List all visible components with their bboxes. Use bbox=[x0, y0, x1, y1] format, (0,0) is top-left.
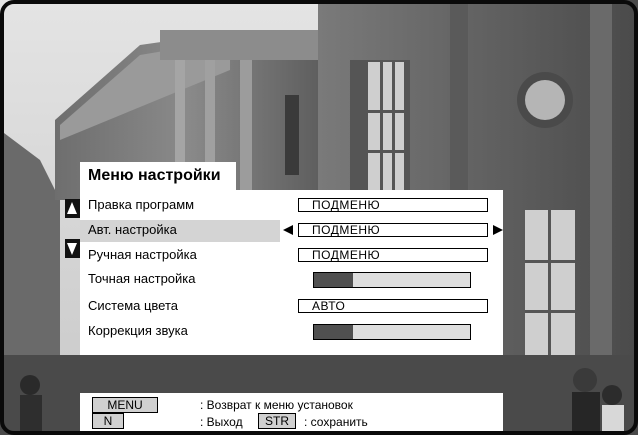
slider-fill bbox=[314, 273, 353, 287]
menu-row-label: Система цвета bbox=[88, 298, 179, 313]
settings-menu-panel: Правка программ ПОДМЕНЮ Авт. настройка П… bbox=[80, 190, 503, 355]
menu-key-button[interactable]: MENU bbox=[92, 397, 158, 413]
slider-fill bbox=[314, 325, 353, 339]
menu-title: Меню настройки bbox=[80, 162, 236, 190]
submenu-value[interactable]: ПОДМЕНЮ bbox=[298, 198, 488, 212]
right-triangle-icon[interactable] bbox=[493, 225, 503, 235]
help-footer: MENU : Возврат к меню установок N : Выхо… bbox=[80, 393, 503, 435]
submenu-value[interactable]: ПОДМЕНЮ bbox=[298, 223, 488, 237]
menu-row-label: Правка программ bbox=[88, 197, 195, 212]
menu-row-label: Ручная настройка bbox=[88, 247, 197, 262]
menu-row-fine-tuning[interactable]: Точная настройка bbox=[80, 269, 503, 302]
menu-row-label: Авт. настройка bbox=[88, 222, 177, 237]
submenu-value[interactable]: ПОДМЕНЮ bbox=[298, 248, 488, 262]
menu-row-label: Коррекция звука bbox=[88, 323, 188, 338]
menu-row-manual-tuning[interactable]: Ручная настройка ПОДМЕНЮ bbox=[80, 245, 503, 267]
down-triangle-icon[interactable] bbox=[65, 239, 80, 258]
left-triangle-icon[interactable] bbox=[283, 225, 293, 235]
sound-correction-slider[interactable] bbox=[313, 324, 471, 340]
tv-screen: Меню настройки Правка программ ПОДМЕНЮ А… bbox=[0, 0, 638, 435]
exit-hint: : Выход bbox=[200, 415, 243, 429]
save-hint: : сохранить bbox=[304, 415, 368, 429]
menu-row-color-system[interactable]: Система цвета АВТО bbox=[80, 296, 503, 318]
n-key-button[interactable]: N bbox=[92, 413, 124, 429]
color-system-value[interactable]: АВТО bbox=[298, 299, 488, 313]
menu-row-label: Точная настройка bbox=[88, 271, 196, 286]
menu-row-sound-correction[interactable]: Коррекция звука bbox=[80, 321, 503, 343]
str-key-button[interactable]: STR bbox=[258, 413, 296, 429]
menu-key-hint: : Возврат к меню установок bbox=[200, 398, 353, 412]
fine-tuning-slider[interactable] bbox=[313, 272, 471, 288]
menu-row-auto-tuning[interactable]: Авт. настройка ПОДМЕНЮ bbox=[80, 220, 503, 242]
tuning-indicator-icon bbox=[313, 289, 334, 302]
up-triangle-icon[interactable] bbox=[65, 199, 80, 218]
menu-row-program-edit[interactable]: Правка программ ПОДМЕНЮ bbox=[80, 195, 503, 217]
